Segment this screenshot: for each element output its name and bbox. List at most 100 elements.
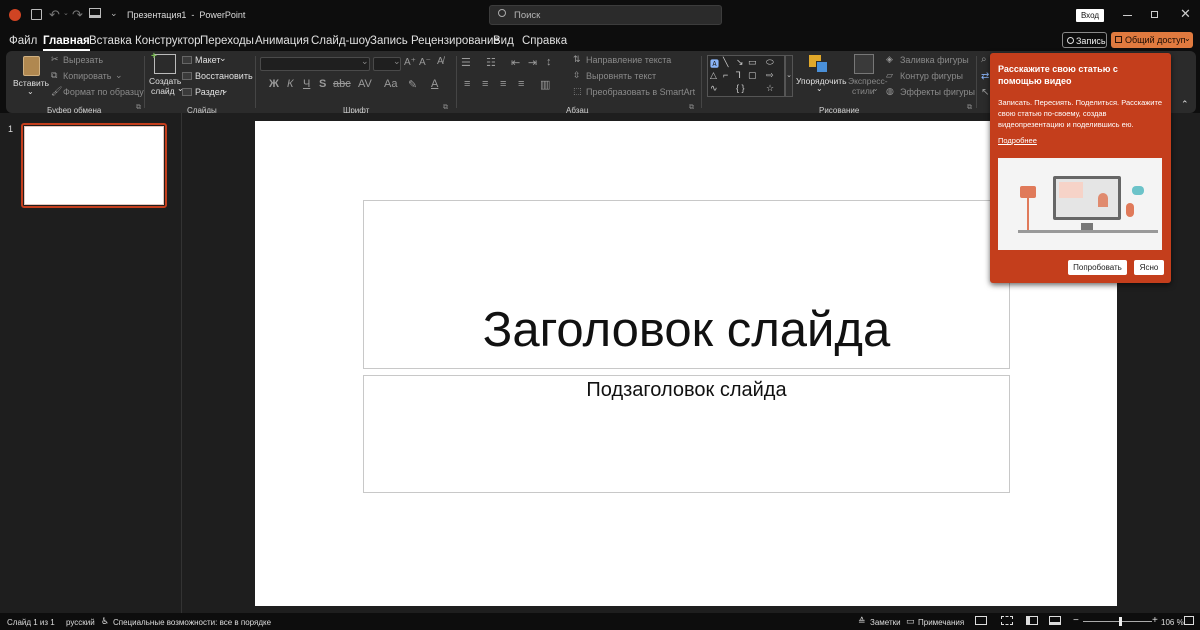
italic-icon[interactable]: К bbox=[287, 78, 293, 90]
copy-chevron-icon[interactable]: ⌄ bbox=[115, 70, 123, 81]
star-shape-icon[interactable]: ☆ bbox=[766, 83, 774, 94]
signin-button[interactable]: Вход bbox=[1076, 9, 1104, 22]
text-direction-button[interactable]: Направление текста bbox=[586, 55, 671, 65]
slide-title[interactable]: Заголовок слайда bbox=[364, 302, 1009, 358]
close-icon[interactable]: ✕ bbox=[1180, 6, 1191, 22]
tab-home[interactable]: Главная bbox=[43, 35, 90, 51]
arrange-chevron-icon[interactable]: ⌄ bbox=[816, 84, 823, 93]
zoom-out-icon[interactable]: − bbox=[1073, 615, 1079, 626]
save-icon[interactable] bbox=[31, 9, 42, 20]
bullets-icon[interactable]: ☰ bbox=[461, 56, 471, 69]
section-chevron-icon[interactable]: ⌄ bbox=[221, 85, 229, 96]
accessibility-status[interactable]: Специальные возможности: все в порядке bbox=[113, 618, 271, 627]
line-shape-icon[interactable]: ╲ bbox=[723, 57, 728, 68]
zoom-slider[interactable] bbox=[1083, 617, 1152, 626]
reading-view-icon[interactable] bbox=[1026, 616, 1038, 625]
shape-effects-button[interactable]: Эффекты фигуры bbox=[900, 87, 975, 97]
fit-slide-icon[interactable] bbox=[1184, 616, 1194, 625]
align-text-button[interactable]: Выровнять текст bbox=[586, 71, 656, 81]
title-placeholder[interactable]: Заголовок слайда bbox=[363, 200, 1010, 369]
decrease-font-icon[interactable]: A⁻ bbox=[419, 57, 431, 68]
undo-dropdown-icon[interactable]: ⌄ bbox=[63, 9, 69, 17]
connector-shape-icon[interactable]: ⌐ bbox=[723, 70, 728, 80]
shape-fill-button[interactable]: Заливка фигуры bbox=[900, 55, 969, 65]
highlight-icon[interactable]: ✎ bbox=[408, 78, 417, 91]
tab-insert[interactable]: Вставка bbox=[89, 35, 132, 47]
smartart-button[interactable]: Преобразовать в SmartArt bbox=[586, 87, 695, 97]
notes-button[interactable]: Заметки bbox=[870, 618, 901, 627]
elbow-shape-icon[interactable]: ⅂ bbox=[736, 70, 741, 81]
share-button[interactable]: Общий доступ ⌄ bbox=[1111, 32, 1193, 48]
align-left-icon[interactable]: ≡ bbox=[464, 78, 470, 90]
presenter-icon[interactable] bbox=[89, 8, 101, 18]
find-icon[interactable]: ⌕ bbox=[981, 54, 987, 65]
clipboard-launcher-icon[interactable]: ⧉ bbox=[136, 104, 141, 112]
bold-icon[interactable]: Ж bbox=[269, 78, 279, 90]
minimize-icon[interactable] bbox=[1123, 15, 1132, 16]
slideshow-view-icon[interactable] bbox=[1049, 616, 1061, 625]
brace-shape-icon[interactable]: { } bbox=[736, 83, 745, 93]
justify-icon[interactable]: ≡ bbox=[518, 78, 524, 90]
accessibility-icon[interactable]: ♿ bbox=[101, 616, 109, 627]
tab-help[interactable]: Справка bbox=[522, 35, 567, 47]
layout-chevron-icon[interactable]: ⌄ bbox=[219, 53, 227, 64]
collapse-ribbon-icon[interactable]: ⌃ bbox=[1181, 99, 1189, 110]
popup-learn-more-link[interactable]: Подробнее bbox=[998, 136, 1037, 145]
drawing-launcher-icon[interactable]: ⧉ bbox=[967, 104, 972, 112]
font-color-icon[interactable]: A bbox=[431, 78, 438, 90]
shapes-gallery[interactable]: 🅰 ╲ ↘ ▭ ⬭ △ ⌐ ⅂ ▢ ⇨ ∿ { } ☆ bbox=[707, 55, 785, 97]
triangle-shape-icon[interactable]: △ bbox=[710, 70, 717, 81]
clear-format-icon[interactable]: A̸ bbox=[437, 56, 444, 67]
record-button[interactable]: Запись bbox=[1062, 32, 1107, 48]
language-indicator[interactable]: русский bbox=[66, 618, 95, 627]
font-name-chevron-icon[interactable]: ⌄ bbox=[361, 56, 369, 67]
slide-thumbnail[interactable] bbox=[21, 123, 167, 208]
rounded-rect-shape-icon[interactable]: ▢ bbox=[748, 70, 757, 81]
columns-icon[interactable]: ▥ bbox=[540, 78, 550, 91]
curve-shape-icon[interactable]: ∿ bbox=[710, 83, 718, 94]
textbox-shape-icon[interactable]: 🅰 bbox=[710, 57, 719, 70]
oval-shape-icon[interactable]: ⬭ bbox=[766, 57, 774, 68]
increase-indent-icon[interactable]: ⇥ bbox=[528, 56, 537, 69]
select-icon[interactable]: ↖ bbox=[981, 87, 989, 98]
arrow-right-shape-icon[interactable]: ⇨ bbox=[766, 70, 774, 81]
decrease-indent-icon[interactable]: ⇤ bbox=[511, 56, 520, 69]
line-spacing-icon[interactable]: ↕ bbox=[546, 56, 552, 68]
slide-canvas[interactable]: Заголовок слайда Подзаголовок слайда bbox=[255, 121, 1117, 606]
try-button[interactable]: Попробовать bbox=[1068, 260, 1127, 275]
customize-toolbar-icon[interactable]: ⌄ bbox=[110, 8, 118, 19]
char-spacing-icon[interactable]: AV bbox=[358, 78, 372, 90]
reset-button[interactable]: Восстановить bbox=[195, 71, 253, 81]
zoom-level[interactable]: 106 % bbox=[1161, 618, 1184, 627]
quick-styles-button[interactable]: Экспресс- bbox=[848, 76, 888, 86]
font-size-chevron-icon[interactable]: ⌄ bbox=[393, 56, 401, 67]
slide-sorter-icon[interactable] bbox=[1001, 616, 1013, 625]
change-case-icon[interactable]: Aa bbox=[384, 78, 397, 90]
font-launcher-icon[interactable]: ⧉ bbox=[443, 104, 448, 112]
rectangle-shape-icon[interactable]: ▭ bbox=[748, 57, 757, 68]
layout-button[interactable]: Макет bbox=[195, 55, 220, 65]
tab-transitions[interactable]: Переходы bbox=[200, 35, 254, 47]
tab-slideshow[interactable]: Слайд-шоу bbox=[311, 35, 371, 47]
comments-button[interactable]: Примечания bbox=[918, 618, 964, 627]
slide-subtitle[interactable]: Подзаголовок слайда bbox=[364, 379, 1009, 402]
quick-styles-chevron-icon[interactable]: ⌄ bbox=[872, 84, 879, 93]
numbering-icon[interactable]: ☷ bbox=[486, 56, 496, 69]
search-box[interactable]: Поиск bbox=[489, 5, 722, 25]
arrow-shape-icon[interactable]: ↘ bbox=[736, 57, 744, 68]
restore-icon[interactable] bbox=[1151, 11, 1158, 18]
shadow-icon[interactable]: S bbox=[319, 78, 326, 90]
zoom-slider-thumb[interactable] bbox=[1119, 617, 1122, 626]
increase-font-icon[interactable]: A⁺ bbox=[404, 57, 416, 68]
underline-icon[interactable]: Ч bbox=[303, 78, 310, 90]
tab-animations[interactable]: Анимация bbox=[255, 35, 309, 47]
tab-view[interactable]: Вид bbox=[493, 35, 514, 47]
replace-icon[interactable]: ⇄ bbox=[981, 71, 989, 82]
tab-review[interactable]: Рецензирование bbox=[411, 35, 500, 47]
copy-button[interactable]: Копировать bbox=[63, 71, 111, 81]
shape-outline-button[interactable]: Контур фигуры bbox=[900, 71, 963, 81]
normal-view-icon[interactable] bbox=[975, 616, 987, 625]
cut-button[interactable]: Вырезать bbox=[63, 55, 103, 65]
align-center-icon[interactable]: ≡ bbox=[482, 78, 488, 90]
font-name-input[interactable] bbox=[260, 57, 370, 71]
